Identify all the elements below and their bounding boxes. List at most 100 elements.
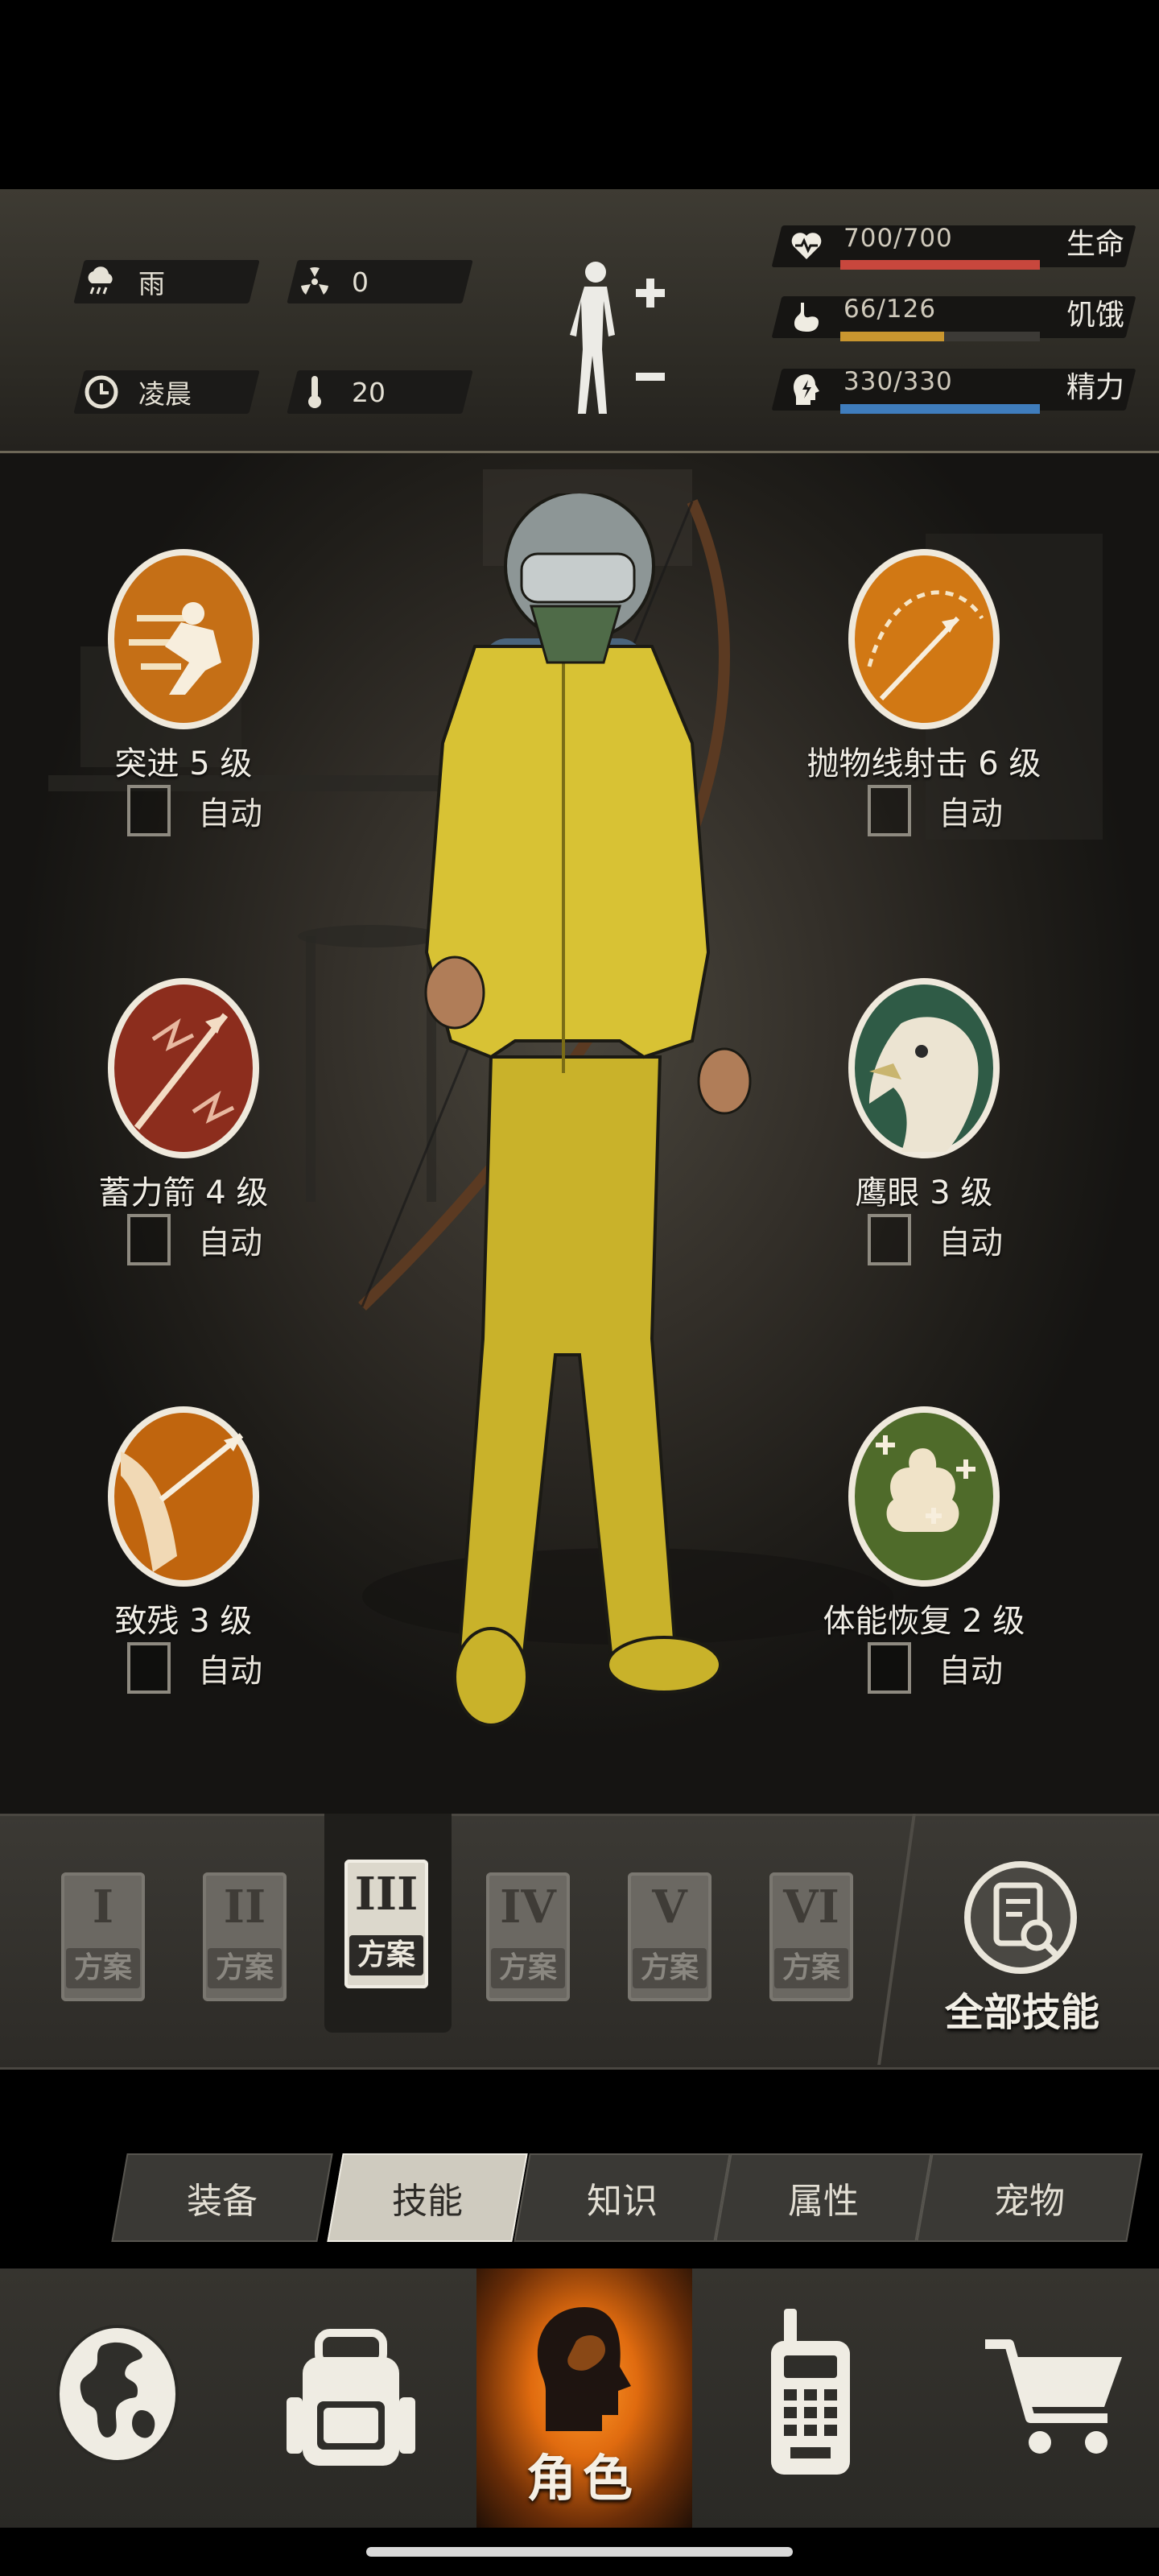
- tab-pets[interactable]: 宠物: [916, 2153, 1143, 2242]
- radiation-tag: 0: [287, 260, 473, 303]
- plan-5-numeral: V: [652, 1880, 687, 1934]
- skill-cripple-auto[interactable]: 自动: [127, 1642, 262, 1694]
- skill-parabolic-shot-auto-checkbox[interactable]: [868, 785, 911, 836]
- tab-knowledge-label: 知识: [587, 2181, 658, 2222]
- plan-1-label: 方案: [66, 1948, 140, 1988]
- globe-icon: [56, 2325, 179, 2463]
- plan-4-button[interactable]: IV 方案: [486, 1872, 576, 2008]
- skill-dash-name: 突进 5 级: [114, 745, 253, 782]
- hunger-bar-track: [840, 332, 1040, 341]
- time-of-day-tag: 凌晨: [73, 370, 260, 414]
- hunger-bar-fill: [840, 332, 944, 341]
- skill-dash-icon[interactable]: [105, 546, 262, 733]
- time-of-day-label: 凌晨: [138, 378, 192, 410]
- nav-shop-button[interactable]: [926, 2268, 1159, 2528]
- plan-1-numeral: I: [92, 1880, 114, 1934]
- tab-equipment-label: 装备: [187, 2181, 258, 2222]
- plan-2-label: 方案: [208, 1948, 282, 1988]
- skill-cripple-icon[interactable]: [105, 1403, 262, 1590]
- skill-cripple-auto-checkbox[interactable]: [127, 1642, 171, 1694]
- skill-charged-arrow-auto-label: 自动: [198, 1224, 262, 1261]
- plan-6-label: 方案: [774, 1948, 848, 1988]
- shopping-cart-icon: [985, 2339, 1122, 2454]
- skill-stamina-recovery-auto-label: 自动: [938, 1653, 1003, 1690]
- thermometer-icon: [292, 370, 337, 414]
- heart-pulse-icon: [785, 225, 828, 267]
- skill-stamina-recovery-name: 体能恢复 2 级: [823, 1603, 1025, 1640]
- skill-stamina-recovery-icon[interactable]: [845, 1403, 1003, 1590]
- hunger-value: 66/126: [843, 295, 937, 324]
- all-skills-button[interactable]: 全部技能: [926, 1852, 1119, 2037]
- tab-equipment[interactable]: 装备: [111, 2153, 333, 2242]
- plan-5-label: 方案: [633, 1948, 707, 1988]
- plan-6-button[interactable]: VI 方案: [769, 1872, 860, 2008]
- skill-dash-auto[interactable]: 自动: [127, 785, 262, 836]
- skill-eagle-eye-icon[interactable]: [845, 975, 1003, 1162]
- skill-parabolic-shot-auto[interactable]: 自动: [868, 785, 1003, 836]
- skill-charged-arrow-icon[interactable]: [105, 975, 262, 1162]
- backpack-icon: [287, 2329, 415, 2466]
- skill-dash-auto-checkbox[interactable]: [127, 785, 171, 836]
- life-bar-fill: [840, 260, 1040, 270]
- nav-backpack-button[interactable]: [238, 2268, 476, 2528]
- tab-knowledge[interactable]: 知识: [514, 2153, 731, 2242]
- tab-skills-label: 技能: [392, 2181, 463, 2222]
- nav-radio-button[interactable]: [692, 2268, 926, 2528]
- clock-icon: [79, 370, 124, 414]
- skill-cripple-auto-label: 自动: [198, 1653, 262, 1690]
- skill-cripple-name: 致残 3 级: [114, 1603, 253, 1640]
- plan-2-button[interactable]: II 方案: [203, 1872, 293, 2008]
- skill-parabolic-shot-name: 抛物线射击 6 级: [806, 745, 1041, 782]
- body-figure-icon: [570, 262, 665, 414]
- temperature-tag: 20: [287, 370, 473, 414]
- skill-charged-arrow-name: 蓄力箭 4 级: [98, 1174, 269, 1212]
- radiation-value: 0: [352, 266, 369, 298]
- tab-skills[interactable]: 技能: [327, 2153, 528, 2242]
- nav-role-button[interactable]: 角色: [476, 2268, 692, 2528]
- skill-stamina-recovery-auto[interactable]: 自动: [868, 1642, 1003, 1694]
- skill-parabolic-shot-icon[interactable]: [845, 546, 1003, 733]
- weather-tag: 雨: [73, 260, 260, 303]
- skill-charged-arrow-auto[interactable]: 自动: [127, 1214, 262, 1265]
- plan-4-label: 方案: [491, 1948, 565, 1988]
- skill-eagle-eye-name: 鹰眼 3 级: [855, 1174, 993, 1212]
- plan-5-button[interactable]: V 方案: [628, 1872, 718, 2008]
- energy-label: 精力: [1066, 371, 1125, 404]
- skill-charged-arrow-auto-checkbox[interactable]: [127, 1214, 171, 1265]
- plan-6-numeral: VI: [783, 1880, 839, 1934]
- tab-attributes[interactable]: 属性: [715, 2153, 932, 2242]
- plan-2-numeral: II: [223, 1880, 266, 1934]
- skill-eagle-eye-auto-label: 自动: [938, 1224, 1003, 1261]
- life-label: 生命: [1066, 228, 1125, 261]
- home-indicator[interactable]: [366, 2547, 793, 2557]
- energy-value: 330/330: [843, 367, 953, 396]
- skill-eagle-eye-auto[interactable]: 自动: [868, 1214, 1003, 1265]
- skill-stamina-recovery-auto-checkbox[interactable]: [868, 1642, 911, 1694]
- nav-world-button[interactable]: [0, 2268, 238, 2528]
- plan-3-button[interactable]: III 方案: [344, 1860, 435, 1995]
- weather-label: 雨: [138, 268, 165, 299]
- tab-attributes-label: 属性: [788, 2181, 859, 2222]
- head-silhouette-icon: [537, 2307, 631, 2431]
- stomach-icon: [785, 296, 828, 338]
- nav-role-label: 角色: [526, 2449, 640, 2508]
- energy-bar-fill: [840, 404, 1040, 414]
- character-scene: 突进 5 级 自动 蓄力箭 4 级 自动 致残 3 级 自动 抛物线射击 6 级…: [0, 453, 1159, 1814]
- life-value: 700/700: [843, 224, 953, 253]
- skill-dash-auto-label: 自动: [198, 795, 262, 832]
- head-energy-icon: [785, 369, 828, 411]
- plan-1-button[interactable]: I 方案: [61, 1872, 151, 2008]
- skill-parabolic-shot-auto-label: 自动: [938, 795, 1003, 832]
- temperature-value: 20: [352, 376, 386, 408]
- rain-cloud-icon: [79, 260, 124, 303]
- tab-pets-label: 宠物: [994, 2181, 1065, 2222]
- plan-3-label: 方案: [349, 1935, 423, 1975]
- document-search-icon: [964, 1861, 1077, 1974]
- body-status-button[interactable]: [555, 256, 676, 425]
- radiation-icon: [292, 260, 337, 303]
- life-bar-track: [840, 260, 1040, 270]
- character-figure: [358, 493, 752, 1727]
- skill-eagle-eye-auto-checkbox[interactable]: [868, 1214, 911, 1265]
- hunger-label: 饥饿: [1066, 299, 1125, 332]
- energy-bar-track: [840, 404, 1040, 414]
